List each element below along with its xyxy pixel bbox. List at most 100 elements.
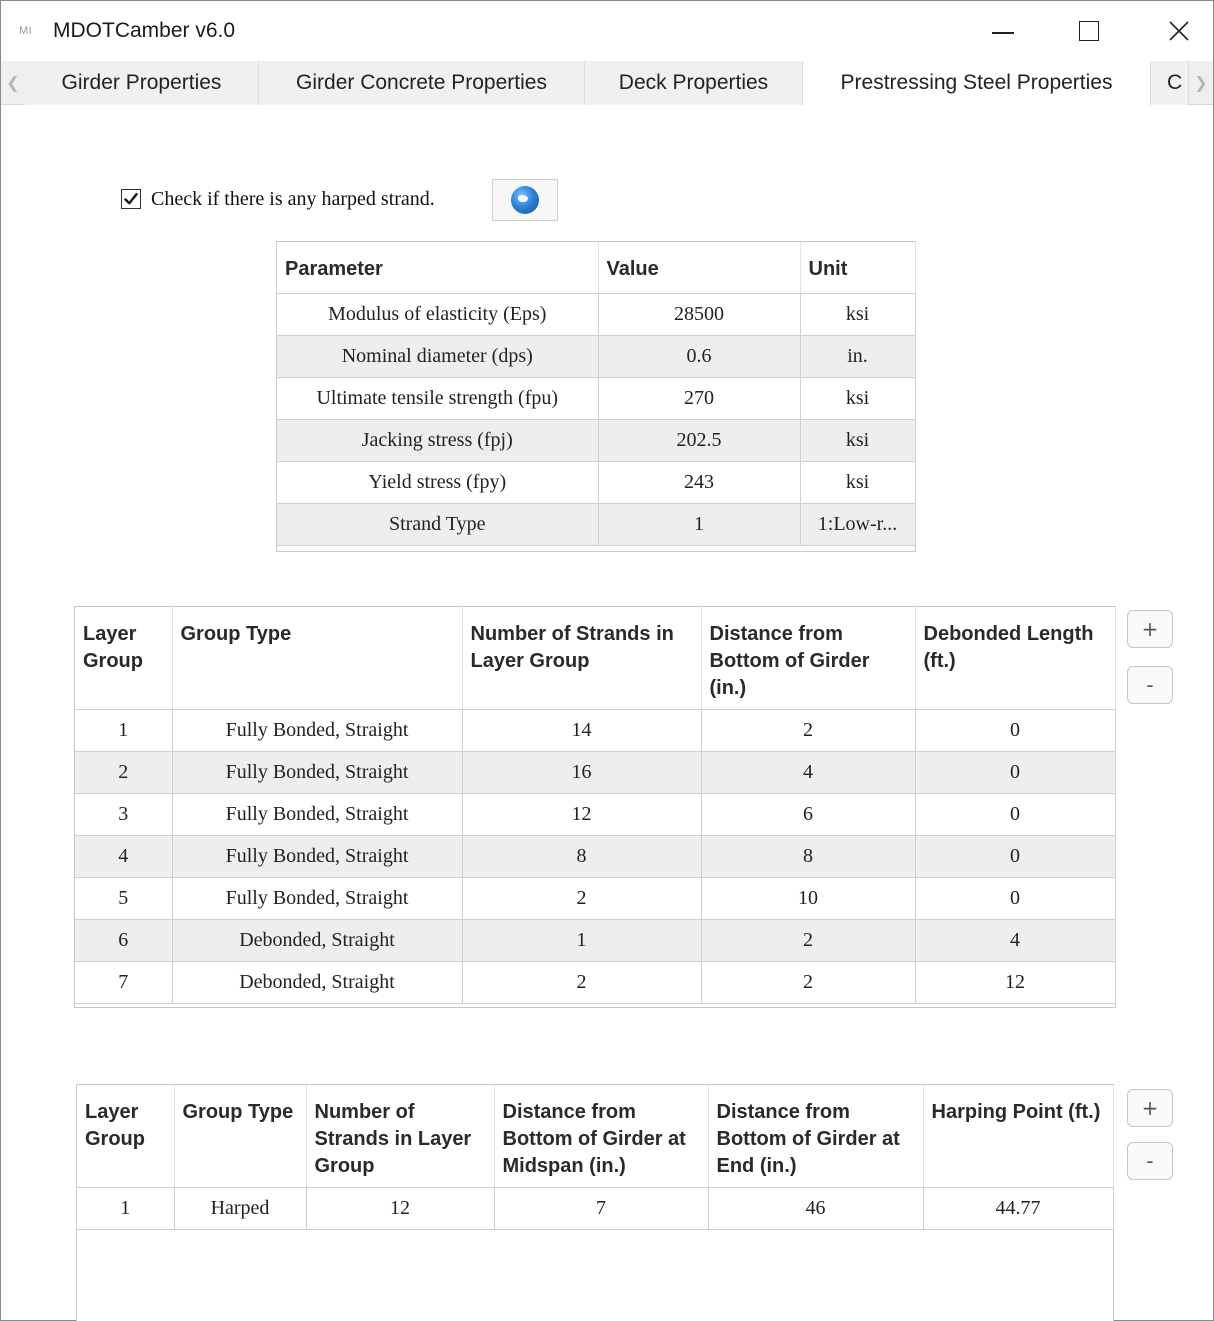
param-unit-cell: ksi: [800, 377, 916, 420]
column-header[interactable]: Value: [598, 242, 801, 294]
distance-cell[interactable]: 2: [701, 919, 916, 962]
param-value-cell[interactable]: 28500: [598, 293, 801, 336]
column-header[interactable]: Number of Strands in Layer Group: [462, 607, 702, 710]
column-header[interactable]: Group Type: [174, 1085, 307, 1188]
group-type-cell[interactable]: Fully Bonded, Straight: [172, 835, 463, 878]
debonded-length-cell[interactable]: 4: [915, 919, 1116, 962]
group-type-cell[interactable]: Fully Bonded, Straight: [172, 709, 463, 752]
close-icon: [1169, 21, 1189, 41]
tab-girder-properties[interactable]: Girder Properties: [25, 61, 259, 105]
debonded-length-cell[interactable]: 0: [915, 835, 1116, 878]
param-value-cell[interactable]: 202.5: [598, 419, 801, 462]
table-header-row: Parameter Value Unit: [277, 242, 916, 294]
column-header[interactable]: Layer Group: [75, 607, 173, 710]
group-type-cell[interactable]: Fully Bonded, Straight: [172, 751, 463, 794]
column-header[interactable]: Unit: [800, 242, 916, 294]
table-row[interactable]: 1 Harped 12 7 46 44.77: [77, 1187, 1114, 1230]
window-title: MDOTCamber v6.0: [53, 19, 236, 42]
add-layer-button[interactable]: +: [1127, 610, 1173, 648]
tab-deck-properties[interactable]: Deck Properties: [585, 61, 803, 105]
tab-scroll-right-icon[interactable]: ❯: [1189, 61, 1213, 105]
column-header[interactable]: Distance from Bottom of Girder at End (i…: [708, 1085, 924, 1188]
debonded-length-cell[interactable]: 12: [915, 961, 1116, 1004]
group-type-cell[interactable]: Fully Bonded, Straight: [172, 793, 463, 836]
remove-layer-button[interactable]: -: [1127, 666, 1173, 704]
param-value-cell[interactable]: 243: [598, 461, 801, 504]
table-header-row: Layer Group Group Type Number of Strands…: [77, 1085, 1114, 1188]
param-value-cell[interactable]: 1: [598, 503, 801, 546]
layer-group-cell[interactable]: 5: [75, 877, 173, 920]
distance-cell[interactable]: 2: [701, 961, 916, 1004]
table-row[interactable]: 7 Debonded, Straight 2 2 12: [75, 961, 1116, 1004]
strand-count-cell[interactable]: 14: [462, 709, 702, 752]
distance-cell[interactable]: 2: [701, 709, 916, 752]
table-row: Ultimate tensile strength (fpu) 270 ksi: [277, 377, 916, 420]
distance-cell[interactable]: 10: [701, 877, 916, 920]
column-header[interactable]: Harping Point (ft.): [923, 1085, 1114, 1188]
harped-strand-table: Layer Group Group Type Number of Strands…: [77, 1085, 1114, 1230]
info-button[interactable]: [492, 179, 558, 221]
debonded-length-cell[interactable]: 0: [915, 793, 1116, 836]
table-header-row: Layer Group Group Type Number of Strands…: [75, 607, 1116, 710]
layer-group-cell[interactable]: 7: [75, 961, 173, 1004]
group-type-cell[interactable]: Harped: [174, 1187, 307, 1230]
maximize-icon: [1079, 21, 1099, 41]
layer-group-cell[interactable]: 1: [75, 709, 173, 752]
layer-group-cell[interactable]: 1: [77, 1187, 175, 1230]
maximize-button[interactable]: [1067, 9, 1111, 53]
column-header[interactable]: Parameter: [277, 242, 599, 294]
strand-count-cell[interactable]: 16: [462, 751, 702, 794]
tab-scroll-left-icon[interactable]: ❮: [1, 61, 25, 105]
tab-truncated[interactable]: C: [1151, 61, 1189, 105]
strand-count-cell[interactable]: 2: [462, 961, 702, 1004]
table-row[interactable]: 4 Fully Bonded, Straight 8 8 0: [75, 835, 1116, 878]
table-row[interactable]: 3 Fully Bonded, Straight 12 6 0: [75, 793, 1116, 836]
layer-group-cell[interactable]: 3: [75, 793, 173, 836]
debonded-length-cell[interactable]: 0: [915, 877, 1116, 920]
column-header[interactable]: Number of Strands in Layer Group: [306, 1085, 495, 1188]
column-header[interactable]: Distance from Bottom of Girder at Midspa…: [494, 1085, 709, 1188]
table-row[interactable]: 1 Fully Bonded, Straight 14 2 0: [75, 709, 1116, 752]
param-value-cell[interactable]: 270: [598, 377, 801, 420]
table-row[interactable]: 6 Debonded, Straight 1 2 4: [75, 919, 1116, 962]
app-icon: MI: [19, 25, 33, 37]
harping-point-cell[interactable]: 44.77: [923, 1187, 1114, 1230]
group-type-cell[interactable]: Debonded, Straight: [172, 961, 463, 1004]
column-header[interactable]: Distance from Bottom of Girder (in.): [701, 607, 916, 710]
strand-count-cell[interactable]: 8: [462, 835, 702, 878]
debonded-length-cell[interactable]: 0: [915, 709, 1116, 752]
tab-girder-concrete-properties[interactable]: Girder Concrete Properties: [259, 61, 585, 105]
layer-group-cell[interactable]: 4: [75, 835, 173, 878]
strand-count-cell[interactable]: 2: [462, 877, 702, 920]
column-header[interactable]: Group Type: [172, 607, 463, 710]
table-row[interactable]: 2 Fully Bonded, Straight 16 4 0: [75, 751, 1116, 794]
column-header[interactable]: Debonded Length (ft.): [915, 607, 1116, 710]
distance-cell[interactable]: 4: [701, 751, 916, 794]
group-type-cell[interactable]: Fully Bonded, Straight: [172, 877, 463, 920]
remove-harped-layer-button[interactable]: -: [1127, 1142, 1173, 1180]
minimize-icon: [992, 32, 1014, 34]
param-value-cell[interactable]: 0.6: [598, 335, 801, 378]
strand-count-cell[interactable]: 12: [306, 1187, 495, 1230]
strand-count-cell[interactable]: 12: [462, 793, 702, 836]
param-name-cell: Nominal diameter (dps): [277, 335, 599, 378]
minimize-button[interactable]: [981, 9, 1025, 53]
table-row: Nominal diameter (dps) 0.6 in.: [277, 335, 916, 378]
debonded-length-cell[interactable]: 0: [915, 751, 1116, 794]
distance-midspan-cell[interactable]: 7: [494, 1187, 709, 1230]
table-row[interactable]: 5 Fully Bonded, Straight 2 10 0: [75, 877, 1116, 920]
strand-count-cell[interactable]: 1: [462, 919, 702, 962]
distance-end-cell[interactable]: 46: [708, 1187, 924, 1230]
distance-cell[interactable]: 6: [701, 793, 916, 836]
param-unit-cell: ksi: [800, 293, 916, 336]
close-button[interactable]: [1157, 9, 1201, 53]
add-harped-layer-button[interactable]: +: [1127, 1089, 1173, 1127]
tab-prestressing-steel-properties[interactable]: Prestressing Steel Properties: [803, 61, 1151, 105]
distance-cell[interactable]: 8: [701, 835, 916, 878]
group-type-cell[interactable]: Debonded, Straight: [172, 919, 463, 962]
param-name-cell: Yield stress (fpy): [277, 461, 599, 504]
layer-group-cell[interactable]: 2: [75, 751, 173, 794]
harped-strand-checkbox[interactable]: [121, 189, 141, 209]
layer-group-cell[interactable]: 6: [75, 919, 173, 962]
column-header[interactable]: Layer Group: [77, 1085, 175, 1188]
